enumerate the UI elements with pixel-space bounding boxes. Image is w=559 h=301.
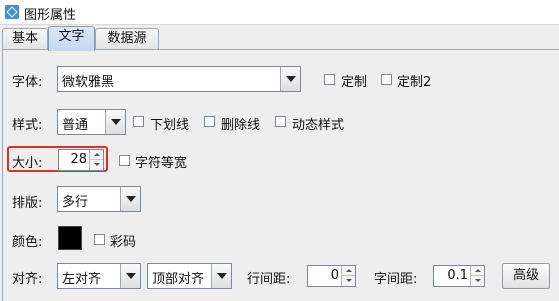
style-value: 普通: [62, 118, 89, 133]
tab-text[interactable]: 文字: [48, 26, 95, 51]
layout-label: 排版:: [12, 196, 43, 211]
chevron-down-icon[interactable]: [120, 264, 140, 288]
rainbow-label: 彩码: [110, 235, 137, 250]
advanced-button[interactable]: 高级: [502, 263, 550, 289]
spin-up-icon[interactable]: [90, 150, 103, 160]
spin-down-icon[interactable]: [90, 160, 103, 170]
underline-checkbox[interactable]: [133, 116, 144, 127]
font-label: 字体:: [12, 75, 43, 90]
title-bar: 图形属性: [0, 0, 559, 25]
custom2-checkbox[interactable]: [381, 74, 392, 85]
tab-bar: 基本 文字 数据源: [0, 26, 559, 51]
font-select[interactable]: 微软雅黑: [57, 66, 301, 92]
char-spacing-label: 字间距:: [374, 272, 418, 287]
line-spacing-value: 0: [330, 268, 339, 283]
style-label: 样式:: [12, 118, 43, 133]
spin-up-icon[interactable]: [342, 266, 355, 276]
tab-basic[interactable]: 基本: [2, 28, 48, 50]
horizontal-align-value: 左对齐: [62, 272, 102, 287]
color-swatch[interactable]: [58, 226, 82, 250]
horizontal-align-select[interactable]: 左对齐: [57, 263, 141, 289]
line-spacing-spinner[interactable]: 0: [307, 265, 356, 287]
underline-label: 下划线: [150, 118, 190, 133]
dynamic-style-checkbox[interactable]: [275, 116, 286, 127]
custom-checkbox[interactable]: [324, 74, 335, 85]
custom-label: 定制: [341, 75, 368, 90]
strikethrough-checkbox[interactable]: [204, 116, 215, 127]
vertical-align-value: 顶部对齐: [152, 272, 205, 287]
size-label: 大小:: [12, 156, 43, 171]
chevron-down-icon[interactable]: [105, 110, 125, 134]
tab-datasource[interactable]: 数据源: [95, 28, 159, 50]
monospace-checkbox[interactable]: [119, 155, 130, 166]
color-label: 颜色:: [12, 235, 43, 250]
size-value: 28: [70, 152, 87, 167]
style-select[interactable]: 普通: [57, 109, 126, 135]
spin-up-icon[interactable]: [471, 266, 484, 276]
size-spinner[interactable]: 28: [58, 149, 104, 171]
layout-select[interactable]: 多行: [57, 186, 141, 212]
custom2-label: 定制2: [397, 75, 432, 90]
char-spacing-spinner[interactable]: 0.1: [433, 265, 485, 287]
layout-value: 多行: [62, 195, 89, 210]
spin-down-icon[interactable]: [342, 276, 355, 286]
monospace-label: 字符等宽: [135, 156, 188, 171]
char-spacing-spinner-buttons: [470, 266, 484, 286]
line-spacing-label: 行间距:: [247, 272, 291, 287]
line-spacing-spinner-buttons: [341, 266, 355, 286]
dynamic-style-label: 动态样式: [292, 118, 345, 133]
chevron-down-icon[interactable]: [211, 264, 231, 288]
vertical-align-select[interactable]: 顶部对齐: [147, 263, 232, 289]
strikethrough-label: 删除线: [221, 118, 261, 133]
rainbow-checkbox[interactable]: [94, 234, 105, 245]
chevron-down-icon[interactable]: [120, 187, 140, 211]
font-value: 微软雅黑: [62, 75, 115, 90]
spin-down-icon[interactable]: [471, 276, 484, 286]
align-label: 对齐:: [12, 272, 43, 287]
app-icon: [5, 5, 19, 19]
size-spinner-buttons: [89, 150, 103, 170]
chevron-down-icon[interactable]: [280, 67, 300, 91]
char-spacing-value: 0.1: [447, 268, 468, 283]
window-title: 图形属性: [24, 8, 77, 23]
